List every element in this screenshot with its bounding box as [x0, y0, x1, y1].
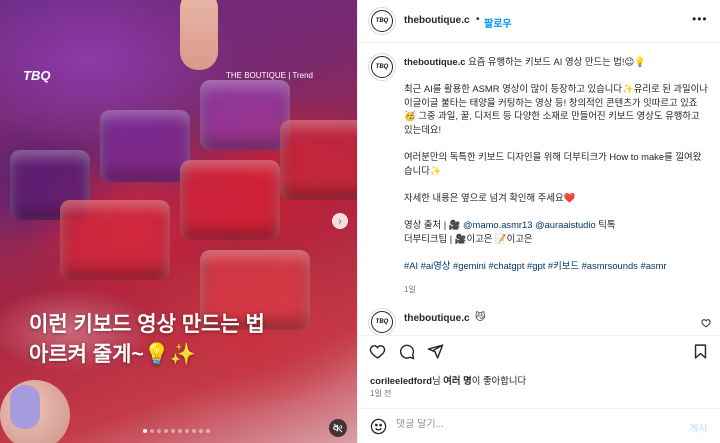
author-username[interactable]: theboutique.c: [404, 15, 470, 26]
separator-dot: •: [476, 14, 480, 25]
carousel-dot: [185, 429, 189, 433]
comment-username[interactable]: theboutique.c: [404, 313, 470, 324]
caption-paragraph: 여러분만의 독특한 키보드 디자인을 위해 더부티크가 How to make를…: [404, 151, 702, 176]
hashtags[interactable]: #AI #ai영상 #gemini #chatgpt #gpt #키보드 #as…: [404, 259, 709, 273]
carousel-dot: [192, 429, 196, 433]
avatar[interactable]: TBQ: [368, 308, 396, 336]
carousel-dot: [157, 429, 161, 433]
carousel-dot: [178, 429, 182, 433]
comment-text: 😼: [475, 312, 486, 323]
likes-text: 님 여러 명이 좋아합니다: [432, 375, 527, 386]
caption-paragraph: 최근 AI를 활용한 ASMR 영상이 많이 등장하고 있습니다✨유리로 된 과…: [404, 83, 708, 135]
finger-image: [180, 0, 218, 70]
carousel-dot: [199, 429, 203, 433]
media-brand-label: THE BOUTIQUE | Trend: [226, 71, 313, 80]
next-slide-button[interactable]: ›: [332, 213, 348, 229]
carousel-dot: [206, 429, 210, 433]
emoji-icon[interactable]: [370, 418, 387, 435]
speaker-muted-icon: [333, 423, 343, 433]
post-side-panel: TBQ theboutique.c • 팔로우 ••• TBQ thebouti…: [357, 0, 720, 443]
media-watermark: TBQ: [23, 68, 51, 83]
fingernail-image: [10, 385, 40, 429]
keycap-image: [180, 160, 280, 240]
carousel-dot: [143, 429, 147, 433]
avatar-logo: TBQ: [371, 56, 393, 78]
media-caption-line: 아르켜 줄게~💡✨: [29, 343, 196, 366]
carousel-indicator: [143, 429, 210, 433]
avatar[interactable]: TBQ: [368, 53, 396, 81]
carousel-dot: [164, 429, 168, 433]
carousel-dot: [150, 429, 154, 433]
heart-icon[interactable]: [701, 318, 711, 328]
caption-username[interactable]: theboutique.c: [404, 56, 465, 67]
keycap-image: [200, 80, 290, 150]
carousel-dot: [171, 429, 175, 433]
post-time: 1일: [404, 285, 416, 294]
media-caption: 이런 키보드 영상 만드는 법 아르켜 줄게~💡✨: [29, 310, 265, 370]
comment-input[interactable]: [396, 419, 676, 430]
source-credit: 영상 출처 | 🎥 @mamo.asmr13 @auraaistudio 틱톡: [404, 218, 709, 232]
likes-summary: corileeledford님 여러 명이 좋아합니다: [370, 373, 526, 387]
comment-item: TBQ theboutique.c 😼: [358, 304, 720, 336]
caption-title: 요즘 유행하는 키보드 AI 영상 만드는 법!😉💡: [465, 56, 646, 67]
caption-text: theboutique.c 요즘 유행하는 키보드 AI 영상 만드는 법!😉💡…: [404, 55, 709, 273]
heart-icon[interactable]: [369, 343, 386, 360]
likes-bold: 여러 명: [443, 375, 472, 386]
post-media[interactable]: TBQ THE BOUTIQUE | Trend 이런 키보드 영상 만드는 법…: [0, 0, 357, 443]
source-link[interactable]: @auraaistudio: [535, 219, 596, 230]
post-caption: TBQ theboutique.c 요즘 유행하는 키보드 AI 영상 만드는 …: [358, 44, 720, 297]
caption-paragraph: 자세한 내용은 옆으로 넘겨 확인해 주세요❤️: [404, 191, 576, 203]
source-prefix: 영상 출처 | 🎥: [404, 219, 464, 231]
keycap-image: [100, 110, 190, 182]
avatar-logo: TBQ: [371, 311, 393, 333]
source-link[interactable]: @mamo.asmr13: [463, 219, 532, 230]
comment-icon[interactable]: [398, 343, 415, 360]
likes-username[interactable]: corileeledford: [370, 375, 432, 386]
post-actions: corileeledford님 여러 명이 좋아합니다 1일 전: [358, 335, 720, 405]
bookmark-icon[interactable]: [692, 343, 709, 360]
more-options-icon[interactable]: •••: [692, 12, 708, 26]
comment-composer: 게시: [358, 408, 720, 443]
chevron-right-icon: ›: [338, 215, 342, 227]
post-date: 1일 전: [370, 389, 392, 398]
media-caption-line: 이런 키보드 영상 만드는 법: [29, 313, 265, 336]
mute-button[interactable]: [329, 419, 347, 437]
keycap-image: [280, 120, 357, 200]
source-suffix: 틱톡: [595, 219, 616, 231]
tips-credit: 더부티크팁 | 🎥이고은 📝이고은: [404, 232, 533, 244]
post-comment-button[interactable]: 게시: [689, 420, 707, 435]
keycap-image: [60, 200, 170, 280]
share-icon[interactable]: [427, 343, 444, 360]
post-header: TBQ theboutique.c • 팔로우 •••: [358, 0, 720, 43]
instagram-post-view: TBQ THE BOUTIQUE | Trend 이런 키보드 영상 만드는 법…: [0, 0, 720, 443]
avatar-logo: TBQ: [371, 10, 393, 32]
avatar[interactable]: TBQ: [368, 7, 396, 35]
follow-button[interactable]: 팔로우: [484, 15, 512, 30]
